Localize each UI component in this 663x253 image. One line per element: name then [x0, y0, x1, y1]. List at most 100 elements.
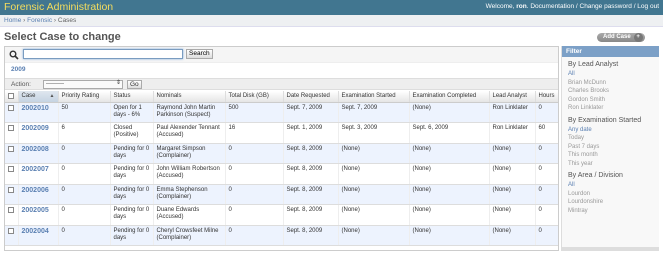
cell-3: Margaret Simpson (Complainer) [153, 143, 226, 164]
cell-8: (None) [489, 184, 536, 205]
cell-0: 2002006 [18, 184, 59, 205]
search-input[interactable] [23, 49, 183, 59]
cell-5: Sept. 8, 2009 [283, 204, 339, 226]
column-header-4[interactable]: Total Disk (GB) [225, 91, 284, 103]
cell-1: 0 [58, 163, 111, 185]
case-link[interactable]: 2002010 [22, 105, 49, 112]
case-link[interactable]: 2002009 [22, 125, 49, 132]
cell-3: Duane Edwards (Accused) [153, 204, 226, 226]
cell-1: 50 [58, 102, 111, 123]
cell-7: (None) [409, 184, 490, 205]
cell-9: 0 [535, 204, 558, 226]
cell-0: 2002010 [18, 102, 59, 123]
column-header-label: Examination Started [341, 93, 396, 100]
cell-7: (None) [409, 163, 490, 185]
action-select[interactable]: --------- ⇕ [43, 80, 123, 89]
column-header-5[interactable]: Date Requested [283, 91, 339, 103]
breadcrumb-app[interactable]: Forensic [27, 17, 52, 24]
column-header-0[interactable]: Case ▲ [18, 91, 59, 103]
table-header-row: Case ▲ Priority Rating Status Nominals Total … [5, 91, 558, 103]
cell-2: Pending for 0 days [110, 225, 154, 246]
case-link[interactable]: 2002004 [22, 228, 49, 235]
select-all-checkbox[interactable] [8, 92, 14, 99]
filter-option[interactable]: Lourdon [568, 190, 659, 199]
filter-option[interactable]: This year [568, 160, 659, 169]
filter-option[interactable]: Gordon Smith [568, 96, 659, 105]
cell-4: 0 [225, 143, 284, 164]
row-checkbox[interactable] [8, 186, 14, 193]
row-checkbox[interactable] [8, 207, 14, 213]
table-row: 2002006 0 Pending for 0 days Emma Stephenso… [5, 184, 558, 205]
filter-option[interactable]: Mintray [568, 207, 659, 216]
table-row: 2002005 0 Pending for 0 days Duane Edwards … [5, 204, 558, 226]
cell-5: Sept. 8, 2009 [283, 163, 339, 185]
chevron-updown-icon: ⇕ [115, 80, 121, 86]
filter-option[interactable]: Ron Linklater [568, 104, 659, 113]
column-header-1[interactable]: Priority Rating [58, 91, 111, 103]
user-tools: Welcome, ron. Documentation / Change pas… [485, 3, 659, 10]
filter-title: Filter [562, 46, 659, 57]
cell-4: 0 [225, 225, 284, 246]
row-select-cell [5, 122, 19, 144]
filter-groups: By Lead Analyst All Brian McDunn Charles Br… [562, 57, 659, 215]
cell-1: 0 [58, 204, 111, 226]
case-link[interactable]: 2002005 [22, 207, 49, 214]
cell-6: (None) [338, 225, 410, 246]
row-checkbox[interactable] [8, 166, 14, 172]
page-title: Select Case to change [4, 31, 121, 43]
cell-0: 2002005 [18, 204, 59, 226]
case-link[interactable]: 2002007 [22, 166, 49, 173]
cell-9: 0 [535, 184, 558, 205]
filter-option[interactable]: Lourdonshire [568, 198, 659, 207]
cell-3: Cheryl Crowsfeet Milne (Complainer) [153, 225, 226, 246]
user-links[interactable]: Documentation / Change password / Log ou… [530, 3, 659, 10]
cell-7: Sept. 6, 2009 [409, 122, 490, 144]
filter-heading: By Area / Division [568, 172, 623, 179]
filter-list: All Lourdon Lourdonshire Mintray [562, 181, 659, 215]
cell-1: 0 [58, 184, 111, 205]
date-hierarchy-2009[interactable]: 2009 [11, 66, 25, 73]
site-brand[interactable]: Forensic Administration [4, 1, 113, 13]
changelist: Search 2009 Action: --------- ⇕ Go Case ▲… [4, 46, 559, 251]
column-header-3[interactable]: Nominals [153, 91, 226, 103]
column-header-2[interactable]: Status [110, 91, 154, 103]
cell-8: (None) [489, 204, 536, 226]
case-link[interactable]: 2002006 [22, 187, 49, 194]
breadcrumb-home[interactable]: Home [4, 17, 21, 24]
search-button[interactable]: Search [186, 49, 213, 59]
table-row: 2002004 0 Pending for 0 days Cheryl Crowsfe… [5, 225, 558, 246]
filter-sidebar: Filter By Lead Analyst All Brian McDunn Cha… [561, 46, 659, 251]
go-button[interactable]: Go [127, 80, 142, 89]
row-checkbox[interactable] [8, 125, 14, 131]
cell-7: (None) [409, 143, 490, 164]
welcome-text: Welcome, [485, 3, 515, 10]
filter-option[interactable]: Brian McDunn [568, 79, 659, 88]
cell-4: 0 [225, 163, 284, 185]
filter-option[interactable]: Any date [568, 126, 659, 135]
cell-5: Sept. 1, 2009 [283, 122, 339, 144]
filter-option[interactable]: This month [568, 151, 659, 160]
add-case-button[interactable]: Add Case + [597, 33, 645, 42]
row-checkbox[interactable] [8, 104, 14, 111]
filter-option[interactable]: Past 7 days [568, 143, 659, 152]
column-header-label: Case [21, 93, 36, 100]
filter-option[interactable]: All [568, 181, 659, 190]
filter-option[interactable]: Charles Brooks [568, 87, 659, 96]
row-checkbox[interactable] [8, 145, 14, 152]
column-header-8[interactable]: Lead Analyst [489, 91, 536, 103]
column-header-label: Priority Rating [61, 93, 100, 100]
filter-option[interactable]: All [568, 70, 659, 79]
case-link[interactable]: 2002008 [22, 146, 49, 153]
filter-heading: By Examination Started [568, 116, 642, 124]
cell-1: 0 [58, 225, 111, 246]
column-header-6[interactable]: Examination Started [338, 91, 410, 103]
cell-6: (None) [338, 204, 410, 226]
cell-2: Open for 1 days - 6% [110, 102, 154, 123]
cell-3: John William Robertson (Accused) [153, 163, 226, 185]
column-header-7[interactable]: Examination Completed [409, 91, 490, 103]
row-select-cell [5, 225, 19, 246]
column-header-9[interactable]: Hours [535, 91, 558, 103]
row-checkbox[interactable] [8, 227, 14, 234]
filter-option[interactable]: Today [568, 134, 659, 143]
cell-5: Sept. 8, 2009 [283, 143, 339, 164]
